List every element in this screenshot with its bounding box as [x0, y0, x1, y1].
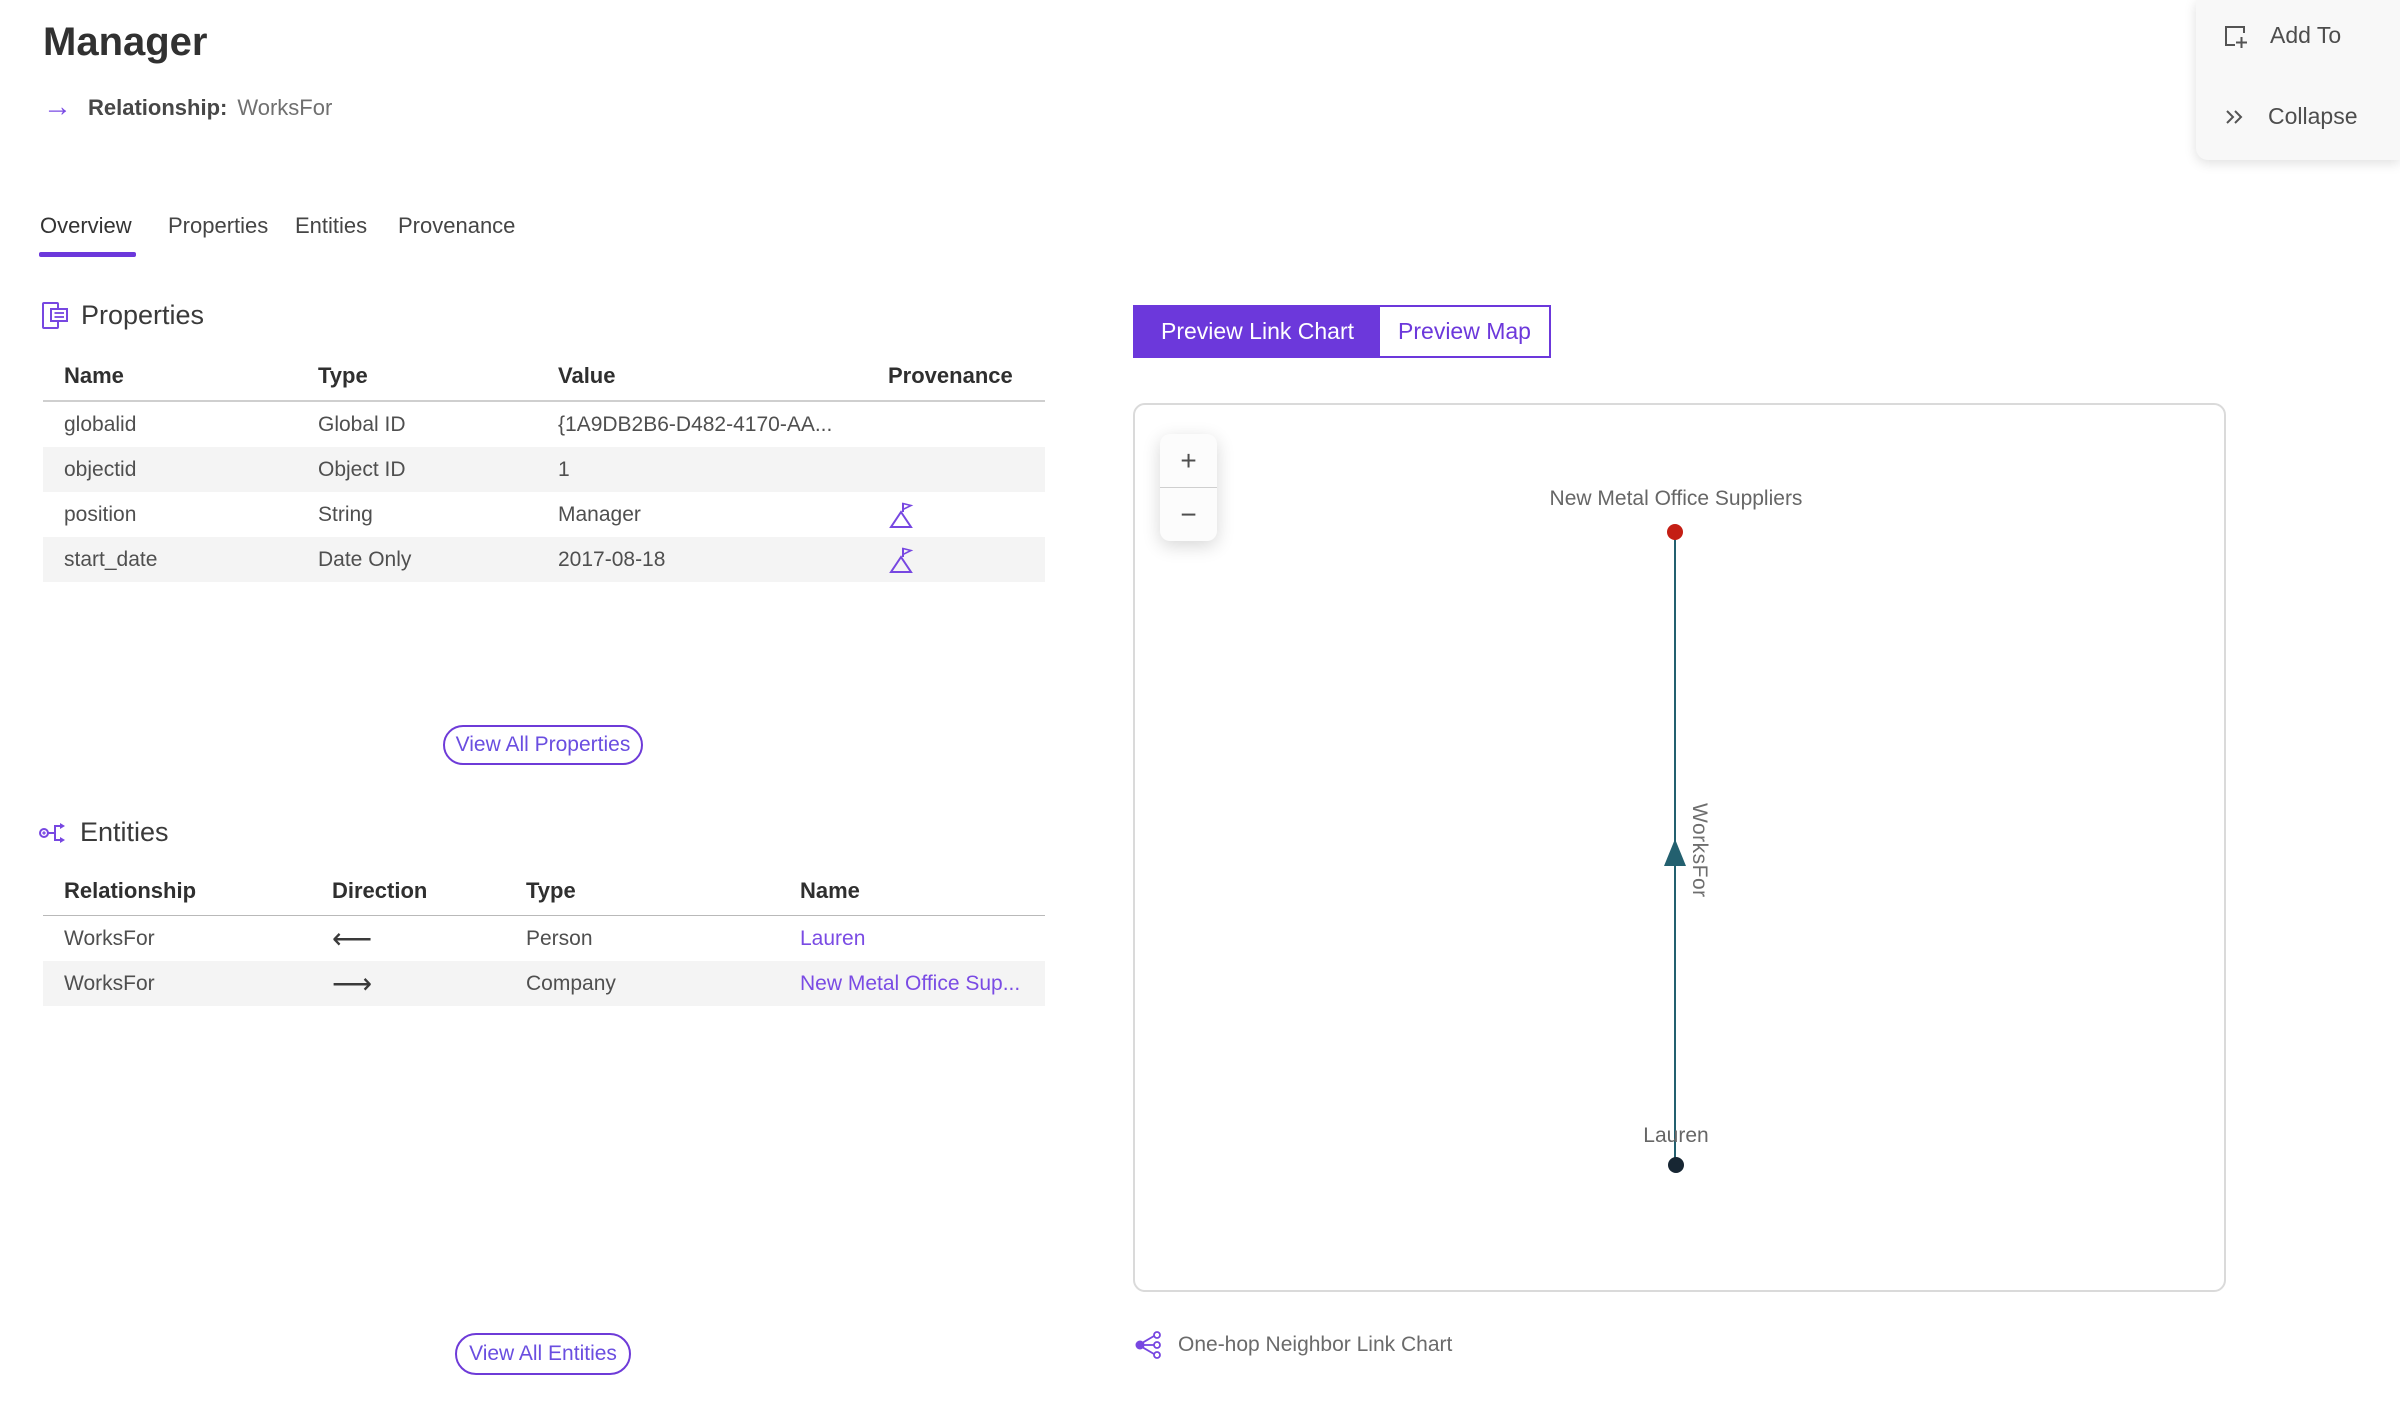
- zoom-control: + −: [1160, 434, 1217, 541]
- column-header: Type: [526, 878, 576, 903]
- chart-caption: One-hop Neighbor Link Chart: [1133, 1330, 1452, 1360]
- view-all-entities-button[interactable]: View All Entities: [455, 1333, 631, 1375]
- prop-type: Global ID: [318, 412, 406, 436]
- table-row: objectid Object ID 1: [43, 447, 1045, 492]
- collapse-icon: [2222, 105, 2246, 129]
- top-node-dot[interactable]: [1667, 524, 1683, 540]
- entities-icon: [38, 818, 68, 848]
- chart-caption-text: One-hop Neighbor Link Chart: [1178, 1333, 1453, 1356]
- prop-value: 1: [558, 457, 570, 481]
- prop-name: position: [64, 502, 137, 526]
- entity-relationship: WorksFor: [64, 971, 155, 995]
- prop-type: String: [318, 502, 373, 526]
- column-header: Name: [800, 878, 860, 903]
- bottom-node-dot[interactable]: [1668, 1157, 1684, 1173]
- link-chart-canvas[interactable]: + − New Metal Office Suppliers WorksFor …: [1133, 403, 2226, 1292]
- properties-icon: [41, 301, 69, 331]
- direction-right-arrow-icon: ⟶: [332, 968, 373, 999]
- entity-relationship: WorksFor: [64, 926, 155, 950]
- column-header: Relationship: [64, 878, 197, 903]
- zoom-in-button[interactable]: +: [1160, 434, 1217, 487]
- table-row: WorksFor ⟶ Company New Metal Office Sup.…: [43, 961, 1045, 1006]
- prop-type: Object ID: [318, 457, 406, 481]
- bottom-node-label: Lauren: [1643, 1124, 1709, 1147]
- prop-name: globalid: [64, 412, 137, 436]
- column-header: Value: [558, 363, 616, 388]
- page: Manager → Relationship: WorksFor Add To: [0, 0, 2400, 1401]
- column-header: Type: [318, 363, 368, 388]
- column-header: Name: [64, 363, 124, 388]
- top-node-label: New Metal Office Suppliers: [1549, 487, 1803, 510]
- entity-name-link[interactable]: Lauren: [800, 927, 865, 950]
- prop-type: Date Only: [318, 547, 412, 571]
- tab-provenance[interactable]: Provenance: [398, 213, 515, 239]
- properties-section-title: Properties: [81, 300, 205, 330]
- table-row: globalid Global ID {1A9DB2B6-D482-4170-A…: [43, 402, 1045, 447]
- tab-properties[interactable]: Properties: [168, 213, 268, 239]
- add-to-icon: [2222, 23, 2248, 49]
- collapse-label: Collapse: [2268, 103, 2358, 129]
- table-row: WorksFor ⟵ Person Lauren: [43, 916, 1045, 961]
- preview-map-button[interactable]: Preview Map: [1380, 307, 1549, 356]
- provenance-flag-icon[interactable]: [867, 501, 1045, 529]
- prop-value: 2017-08-18: [558, 547, 666, 571]
- collapse-button[interactable]: Collapse: [2222, 103, 2358, 130]
- entities-section-header: Entities: [38, 817, 169, 848]
- column-header: Direction: [332, 878, 428, 903]
- zoom-out-button[interactable]: −: [1160, 488, 1217, 541]
- preview-link-chart-button[interactable]: Preview Link Chart: [1135, 307, 1380, 356]
- entity-type: Company: [526, 971, 616, 995]
- add-to-label: Add To: [2270, 22, 2342, 48]
- entities-table: Relationship Direction Type Name WorksFo…: [43, 878, 1045, 1006]
- page-title: Manager: [43, 20, 208, 64]
- provenance-flag-icon[interactable]: [867, 546, 1045, 574]
- edge-label: WorksFor: [1688, 803, 1711, 898]
- actions-panel: Add To Collapse: [2196, 0, 2400, 160]
- add-to-button[interactable]: Add To: [2222, 22, 2341, 49]
- relationship-label: Relationship:: [88, 94, 228, 120]
- tab-overview[interactable]: Overview: [40, 213, 132, 239]
- properties-section-header: Properties: [41, 300, 204, 331]
- properties-table: Name Type Value Provenance globalid Glob…: [43, 363, 1045, 582]
- table-row: position String Manager: [43, 492, 1045, 537]
- prop-value: Manager: [558, 502, 641, 526]
- properties-table-header: Name Type Value Provenance: [43, 363, 1045, 402]
- prop-name: objectid: [64, 457, 137, 481]
- prop-name: start_date: [64, 547, 158, 571]
- entity-type: Person: [526, 926, 593, 950]
- preview-toggle: Preview Link Chart Preview Map: [1133, 305, 1551, 358]
- relationship-value: WorksFor: [237, 94, 333, 120]
- table-row: start_date Date Only 2017-08-18: [43, 537, 1045, 582]
- entities-section-title: Entities: [80, 817, 169, 847]
- relationship-arrow-icon: →: [43, 91, 72, 123]
- direction-left-arrow-icon: ⟵: [332, 923, 373, 954]
- entities-table-header: Relationship Direction Type Name: [43, 878, 1045, 916]
- edge-arrow-up-icon: [1664, 839, 1686, 866]
- one-hop-link-chart-icon: [1133, 1330, 1163, 1360]
- tab-entities[interactable]: Entities: [295, 213, 367, 239]
- column-header: Provenance: [888, 363, 1013, 388]
- active-tab-underline: [39, 252, 136, 257]
- view-all-properties-button[interactable]: View All Properties: [443, 725, 643, 765]
- prop-value: {1A9DB2B6-D482-4170-AA...: [558, 412, 833, 436]
- breadcrumb: → Relationship: WorksFor: [43, 93, 332, 122]
- entity-name-link[interactable]: New Metal Office Sup...: [800, 972, 1020, 995]
